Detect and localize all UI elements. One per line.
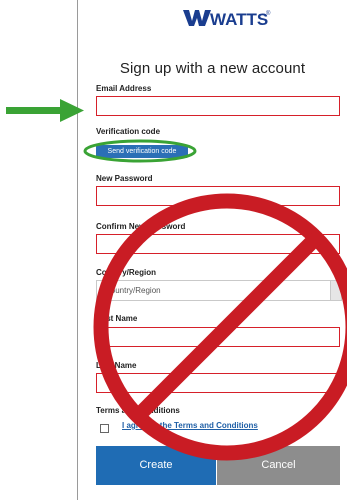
page-title: Sign up with a new account: [119, 60, 306, 77]
country-region-label: Country/Region: [96, 268, 156, 277]
email-input[interactable]: [96, 96, 340, 116]
green-arrow-icon: [6, 99, 84, 122]
last-name-label: Last Name: [96, 361, 137, 370]
create-button[interactable]: Create: [96, 446, 216, 485]
brand-name: WATTS: [210, 10, 268, 29]
new-password-label: New Password: [96, 174, 153, 183]
green-oval-highlight: [83, 139, 197, 163]
terms-link[interactable]: I agree to the Terms and Conditions: [122, 421, 258, 430]
cancel-button[interactable]: Cancel: [217, 446, 340, 485]
brand-reg-mark: ®: [266, 10, 271, 17]
chevron-down-icon[interactable]: [330, 281, 341, 300]
last-name-input[interactable]: [96, 373, 340, 393]
verification-code-label: Verification code: [96, 127, 161, 136]
confirm-password-label: Confirm New Password: [96, 222, 186, 231]
watts-logo: WATTS ®: [183, 10, 271, 29]
first-name-label: First Name: [96, 314, 138, 323]
new-password-input[interactable]: [96, 186, 340, 206]
email-label: Email Address: [96, 84, 152, 93]
country-region-select[interactable]: Country/Region: [96, 280, 342, 301]
first-name-input[interactable]: [96, 327, 340, 347]
confirm-password-input[interactable]: [96, 234, 340, 254]
terms-checkbox[interactable]: [100, 424, 109, 433]
terms-label: Terms and Conditions: [96, 406, 180, 415]
country-region-value: Country/Region: [105, 286, 161, 295]
